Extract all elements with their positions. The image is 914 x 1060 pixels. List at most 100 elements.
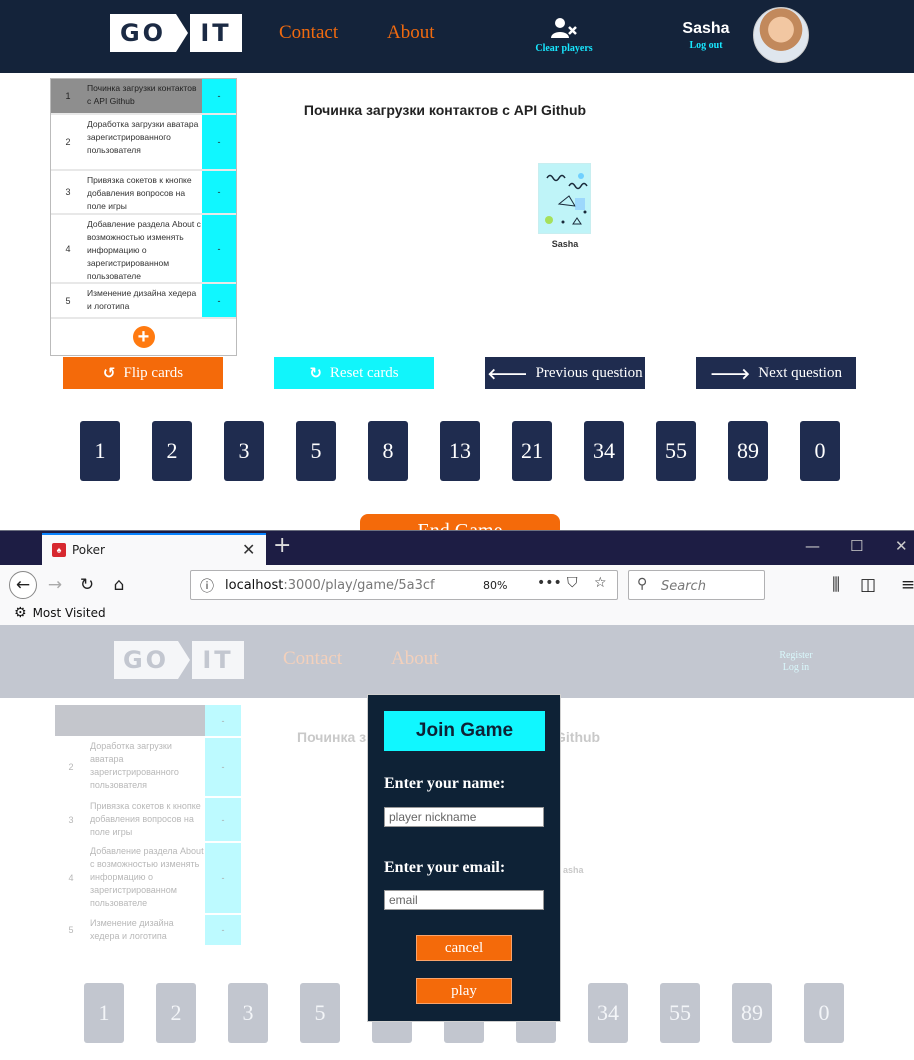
name-label: Enter your name: [384, 775, 506, 792]
page-actions-icon[interactable]: ••• [537, 575, 562, 591]
minimize-icon[interactable]: — [805, 537, 820, 555]
browser-titlebar: ♠ Poker ✕ + — ☐ ✕ [0, 531, 914, 565]
arrow-right-icon: 🡒 [710, 364, 751, 383]
logout-link[interactable]: Log out [676, 40, 736, 51]
end-game-button[interactable]: End Game [360, 514, 560, 530]
search-bar[interactable]: ⚲ Search [628, 570, 765, 600]
next-question-button[interactable]: 🡒 Next question [696, 357, 856, 389]
nav-contact[interactable]: Contact [279, 22, 338, 44]
inner-vote-card: 2 [156, 983, 196, 1043]
arrow-left-icon: 🡐 [487, 364, 528, 383]
clear-players-button[interactable]: Clear players [532, 43, 596, 54]
question-row[interactable]: 4 Добавление раздела About с возможность… [51, 215, 236, 284]
cancel-button[interactable]: cancel [416, 935, 512, 961]
search-placeholder: Search [661, 579, 706, 594]
vote-card[interactable]: 0 [800, 421, 840, 481]
inner-logo-go: GO [114, 641, 178, 679]
inner-question-row: 4 Добавление раздела About с возможность… [55, 843, 241, 915]
flip-cards-button[interactable]: ↺ Flip cards [63, 357, 223, 389]
user-avatar[interactable] [753, 7, 809, 63]
card-pattern-icon [545, 173, 588, 225]
vote-card[interactable]: 5 [296, 421, 336, 481]
inner-vote-card: 5 [300, 983, 340, 1043]
vote-card[interactable]: 21 [512, 421, 552, 481]
vote-card[interactable]: 55 [656, 421, 696, 481]
inner-logo-it: IT [192, 641, 244, 679]
new-tab-icon[interactable]: + [273, 533, 291, 558]
inner-vote-card: 55 [660, 983, 700, 1043]
question-row[interactable]: 5 Изменение дизайна хедера и логотипа - [51, 284, 236, 319]
vote-card[interactable]: 89 [728, 421, 768, 481]
vote-card[interactable]: 1 [80, 421, 120, 481]
inner-question-row: - [55, 705, 241, 738]
goit-logo[interactable]: GO IT [110, 14, 242, 52]
question-number: 1 [51, 79, 85, 113]
nav-about[interactable]: About [387, 22, 435, 44]
inner-nav-contact: Contact [283, 648, 343, 669]
inner-login: Log in [782, 662, 810, 673]
previous-question-button[interactable]: 🡐 Previous question [485, 357, 645, 389]
inner-question-score: - [205, 915, 241, 945]
sidebar-icon[interactable]: ◫ [854, 571, 882, 599]
tab-close-icon[interactable]: ✕ [242, 540, 255, 559]
vote-card[interactable]: 2 [152, 421, 192, 481]
question-score: - [202, 171, 236, 213]
nickname-input[interactable] [384, 807, 544, 827]
inner-player-name: asha [563, 865, 584, 875]
inner-auth-links: Register Log in [770, 650, 822, 674]
most-visited-bookmark[interactable]: ⚙ Most Visited [14, 605, 106, 621]
zoom-level[interactable]: 80% [483, 579, 507, 592]
inner-question-row: 2 Доработка загрузки аватара зарегистрир… [55, 738, 241, 798]
vote-card[interactable]: 3 [224, 421, 264, 481]
question-score: - [202, 215, 236, 282]
inner-question-number [55, 705, 87, 736]
question-row[interactable]: 3 Привязка сокетов к кнопке добавления в… [51, 171, 236, 215]
question-score: - [202, 115, 236, 169]
question-title: Изменение дизайна хедера и логотипа [87, 288, 197, 311]
home-icon[interactable]: ⌂ [105, 571, 133, 599]
most-visited-label: Most Visited [32, 606, 106, 620]
inner-question-title: Изменение дизайна хедера и логотипа [90, 918, 174, 941]
maximize-icon[interactable]: ☐ [850, 537, 863, 555]
pocket-icon[interactable]: ⛉ [567, 575, 578, 591]
reset-cards-button[interactable]: ↻ Reset cards [274, 357, 434, 389]
window-close-icon[interactable]: ✕ [895, 537, 908, 555]
email-label: Enter your email: [384, 859, 506, 876]
site-info-icon[interactable]: ⓘ [200, 576, 214, 596]
url-text[interactable]: localhost:3000/play/game/5a3cf7( [225, 578, 435, 593]
question-number: 2 [65, 137, 71, 147]
vote-card[interactable]: 13 [440, 421, 480, 481]
forward-arrow-icon[interactable]: → [41, 571, 69, 599]
inner-vote-card: 89 [732, 983, 772, 1043]
inner-nav-about: About [391, 648, 439, 669]
inner-vote-card: 0 [804, 983, 844, 1043]
inner-question-score: - [205, 843, 241, 913]
clear-players-icon[interactable] [550, 16, 578, 40]
address-bar[interactable]: ⓘ localhost:3000/play/game/5a3cf7( 80% •… [190, 570, 618, 600]
inner-question-row: 3 Привязка сокетов к кнопке добавления в… [55, 798, 241, 843]
question-title: Доработка загрузки аватара зарегистриров… [87, 119, 199, 155]
back-arrow-icon[interactable]: ← [9, 571, 37, 599]
inner-question-row: 5 Изменение дизайна хедера и логотипа - [55, 915, 241, 947]
bookmarks-bar: ⚙ Most Visited [0, 603, 914, 625]
email-input[interactable] [384, 890, 544, 910]
bookmark-star-icon[interactable]: ☆ [594, 575, 607, 591]
inner-vote-card: 34 [588, 983, 628, 1043]
menu-icon[interactable]: ≡ [894, 571, 914, 599]
question-title: Добавление раздела About с возможностью … [87, 219, 201, 281]
question-row[interactable]: 2 Доработка загрузки аватара зарегистрир… [51, 115, 236, 171]
logo-go: GO [110, 14, 176, 52]
vote-card[interactable]: 8 [368, 421, 408, 481]
inner-question-title-tail: Github [555, 729, 601, 745]
add-question-button[interactable]: + [132, 326, 155, 348]
inner-question-title: Привязка сокетов к кнопке добавления воп… [90, 801, 201, 837]
previous-question-label: Previous question [535, 364, 643, 381]
inner-question-number: 3 [68, 814, 74, 825]
question-row[interactable]: 1 Починка загрузки контактов с API Githu… [51, 79, 236, 115]
reload-icon[interactable]: ↻ [73, 571, 101, 599]
browser-tab[interactable]: ♠ Poker ✕ [42, 533, 266, 565]
library-icon[interactable]: ⫼ [822, 571, 850, 599]
vote-card[interactable]: 34 [584, 421, 624, 481]
play-button[interactable]: play [416, 978, 512, 1004]
inner-question-title: Добавление раздела About с возможностью … [90, 846, 204, 908]
